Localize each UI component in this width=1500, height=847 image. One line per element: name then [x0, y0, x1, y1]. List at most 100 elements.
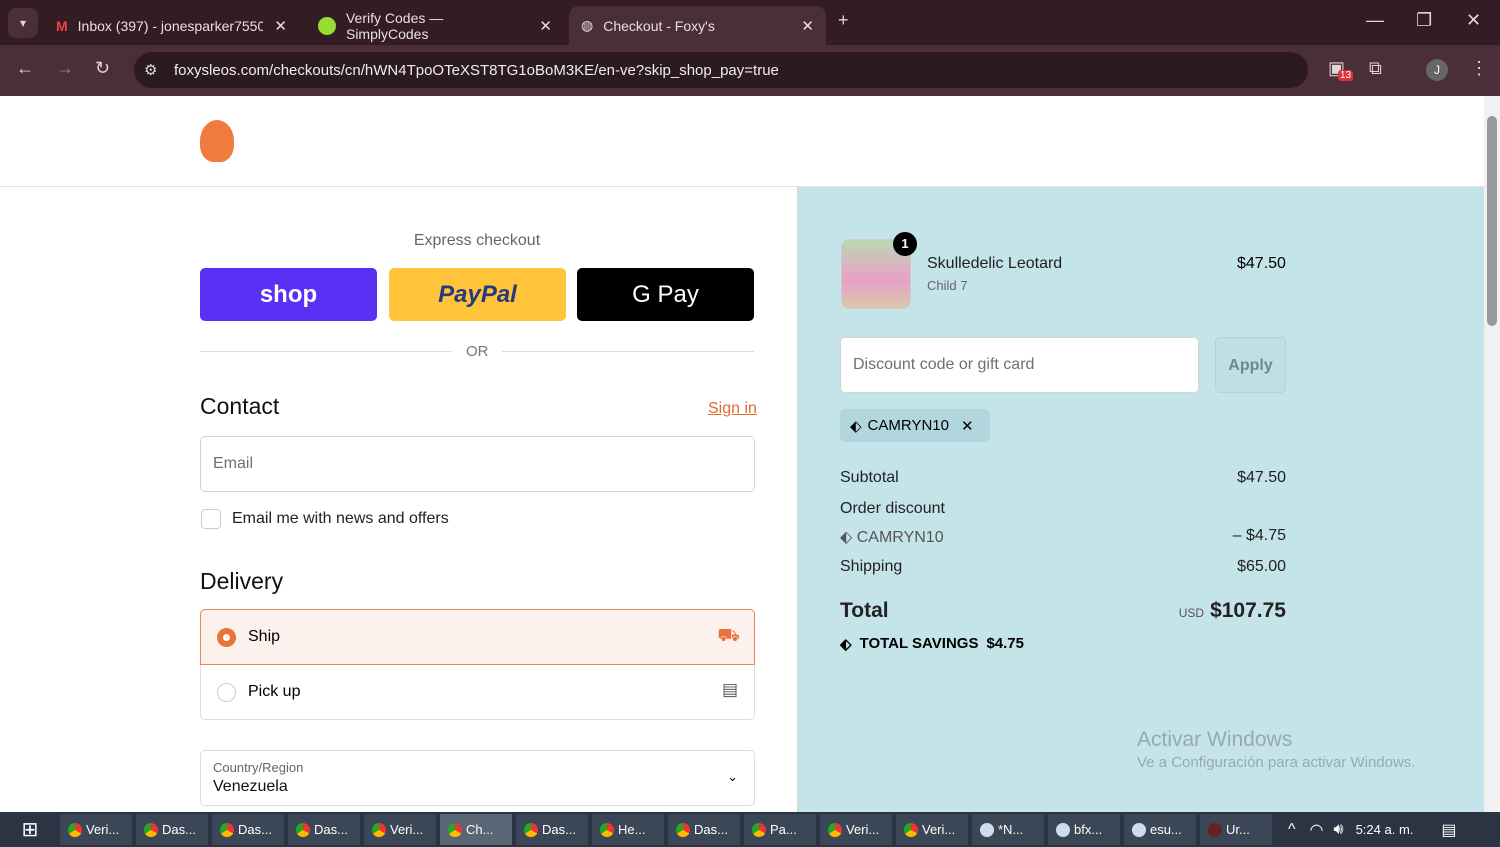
tab-checkout[interactable]: ◍ Checkout - Foxy's ✕: [569, 6, 826, 45]
taskbar-item-label: Das...: [162, 822, 196, 837]
taskbar-item-label: Veri...: [922, 822, 956, 837]
extension-icon[interactable]: ▣ 13: [1328, 58, 1354, 81]
menu-icon[interactable]: ⋮: [1470, 58, 1488, 79]
paypal-button[interactable]: PayPal: [389, 268, 566, 321]
tab-gmail[interactable]: M Inbox (397) - jonesparker7550@ ✕: [44, 6, 299, 45]
apply-button[interactable]: Apply: [1215, 337, 1286, 393]
tab-bar: ▾ M Inbox (397) - jonesparker7550@ ✕ Verif…: [0, 0, 1500, 45]
google-pay-button[interactable]: G Pay: [577, 268, 754, 321]
scrollbar[interactable]: [1484, 96, 1500, 812]
country-select[interactable]: Country/Region Venezuela ⌄: [200, 750, 755, 806]
site-info-icon[interactable]: ⚙: [144, 61, 157, 79]
notepad-icon: [980, 822, 994, 837]
store-icon: ▤: [721, 680, 738, 699]
simplycodes-icon: [318, 16, 336, 35]
app-icon: [904, 822, 918, 837]
app-icon: [828, 822, 842, 837]
close-tab-icon[interactable]: ✕: [539, 17, 552, 35]
clock[interactable]: 5:24 a. m.: [1356, 822, 1414, 837]
tray-chevron-icon[interactable]: ^: [1288, 821, 1296, 839]
shop-pay-button[interactable]: shop: [200, 268, 377, 321]
radio-unselected[interactable]: [217, 683, 236, 702]
taskbar-item-label: bfx...: [1074, 822, 1103, 837]
taskbar-item[interactable]: *N...: [972, 814, 1044, 845]
foxy-logo[interactable]: [200, 120, 234, 162]
scrollbar-thumb[interactable]: [1487, 116, 1497, 326]
taskbar-item-label: He...: [618, 822, 646, 837]
back-icon[interactable]: ←: [16, 58, 34, 79]
taskbar-item[interactable]: Das...: [136, 814, 208, 845]
taskbar-item[interactable]: Veri...: [820, 814, 892, 845]
pickup-label: Pick up: [248, 683, 301, 700]
forward-icon[interactable]: →: [56, 58, 74, 79]
app-icon: [524, 822, 538, 837]
product-variant: Child 7: [927, 278, 968, 293]
taskbar-item[interactable]: Ch...: [440, 814, 512, 845]
tag-icon: ⬖: [840, 529, 857, 546]
country-value: Venezuela: [213, 778, 288, 795]
close-tab-icon[interactable]: ✕: [274, 17, 287, 35]
taskbar-item-label: *N...: [998, 822, 1024, 837]
shipping-row: Shipping $65.00: [840, 558, 1286, 575]
newsletter-checkbox[interactable]: [201, 509, 221, 529]
new-tab-icon[interactable]: +: [838, 10, 849, 31]
taskbar-item-label: Veri...: [846, 822, 880, 837]
notepad-icon: [1056, 822, 1070, 837]
close-tab-icon[interactable]: ✕: [801, 17, 814, 35]
taskbar-item-label: Das...: [314, 822, 348, 837]
taskbar-item[interactable]: Das...: [288, 814, 360, 845]
tab-search-button[interactable]: ▾: [8, 8, 38, 38]
address-bar[interactable]: ⚙ foxysleos.com/checkouts/cn/hWN4TpoOTeXS…: [134, 52, 1308, 88]
close-window-icon[interactable]: ✕: [1466, 10, 1481, 31]
divider: [200, 351, 452, 352]
app-icon: [144, 822, 158, 837]
taskbar-item[interactable]: Das...: [212, 814, 284, 845]
tab-simplycodes[interactable]: Verify Codes — SimplyCodes ✕: [306, 6, 564, 45]
network-icon[interactable]: ◠: [1310, 820, 1324, 840]
taskbar-item[interactable]: Das...: [516, 814, 588, 845]
taskbar-item-label: Ur...: [1226, 822, 1250, 837]
savings-tag-icon: ⬖: [840, 636, 852, 653]
taskbar-item[interactable]: Pa...: [744, 814, 816, 845]
taskbar-item[interactable]: esu...: [1124, 814, 1196, 845]
start-icon[interactable]: ⊞: [0, 817, 60, 842]
restore-icon[interactable]: ❐: [1416, 10, 1432, 31]
taskbar-item[interactable]: Veri...: [896, 814, 968, 845]
globe-icon: ◍: [581, 17, 594, 33]
total-savings: ⬖ TOTAL SAVINGS $4.75: [840, 635, 1024, 653]
taskbar-item-label: Das...: [694, 822, 728, 837]
divider: [502, 351, 754, 352]
windows-activation-watermark: Activar Windows Ve a Configuración para a…: [1137, 728, 1416, 771]
order-discount-row: Order discount: [840, 500, 945, 517]
minimize-icon[interactable]: —: [1366, 10, 1384, 31]
taskbar-item[interactable]: Veri...: [364, 814, 436, 845]
taskbar-item[interactable]: Ur...: [1200, 814, 1272, 845]
tag-icon: ⬖: [850, 417, 862, 435]
site-header: [0, 96, 1484, 187]
sign-in-link[interactable]: Sign in: [708, 400, 757, 418]
app-icon: [296, 822, 310, 837]
taskbar-item-label: Pa...: [770, 822, 797, 837]
taskbar-item[interactable]: Veri...: [60, 814, 132, 845]
app-icon: [600, 822, 614, 837]
remove-discount-icon[interactable]: ✕: [961, 417, 974, 435]
reload-icon[interactable]: ↻: [95, 58, 110, 79]
email-field[interactable]: Email: [200, 436, 755, 492]
discount-code-row: ⬖ CAMRYN10– $4.75: [840, 527, 1286, 546]
extensions-puzzle-icon[interactable]: ⧉: [1369, 58, 1382, 79]
profile-avatar[interactable]: J: [1426, 59, 1448, 81]
taskbar-item[interactable]: bfx...: [1048, 814, 1120, 845]
taskbar-item-label: Veri...: [86, 822, 120, 837]
gmail-icon: M: [56, 17, 68, 34]
delivery-option-ship[interactable]: Ship ⛟: [200, 609, 755, 665]
volume-icon[interactable]: 🔊︎: [1333, 821, 1343, 839]
app-icon: [372, 822, 386, 837]
discount-code-input[interactable]: Discount code or gift card: [840, 337, 1199, 393]
newsletter-label: Email me with news and offers: [232, 510, 449, 527]
delivery-option-pickup[interactable]: Pick up ▤: [200, 665, 755, 720]
notifications-icon[interactable]: ▤: [1441, 820, 1456, 840]
taskbar-item[interactable]: He...: [592, 814, 664, 845]
radio-selected[interactable]: [217, 628, 236, 647]
taskbar-item-label: esu...: [1150, 822, 1182, 837]
taskbar-item[interactable]: Das...: [668, 814, 740, 845]
